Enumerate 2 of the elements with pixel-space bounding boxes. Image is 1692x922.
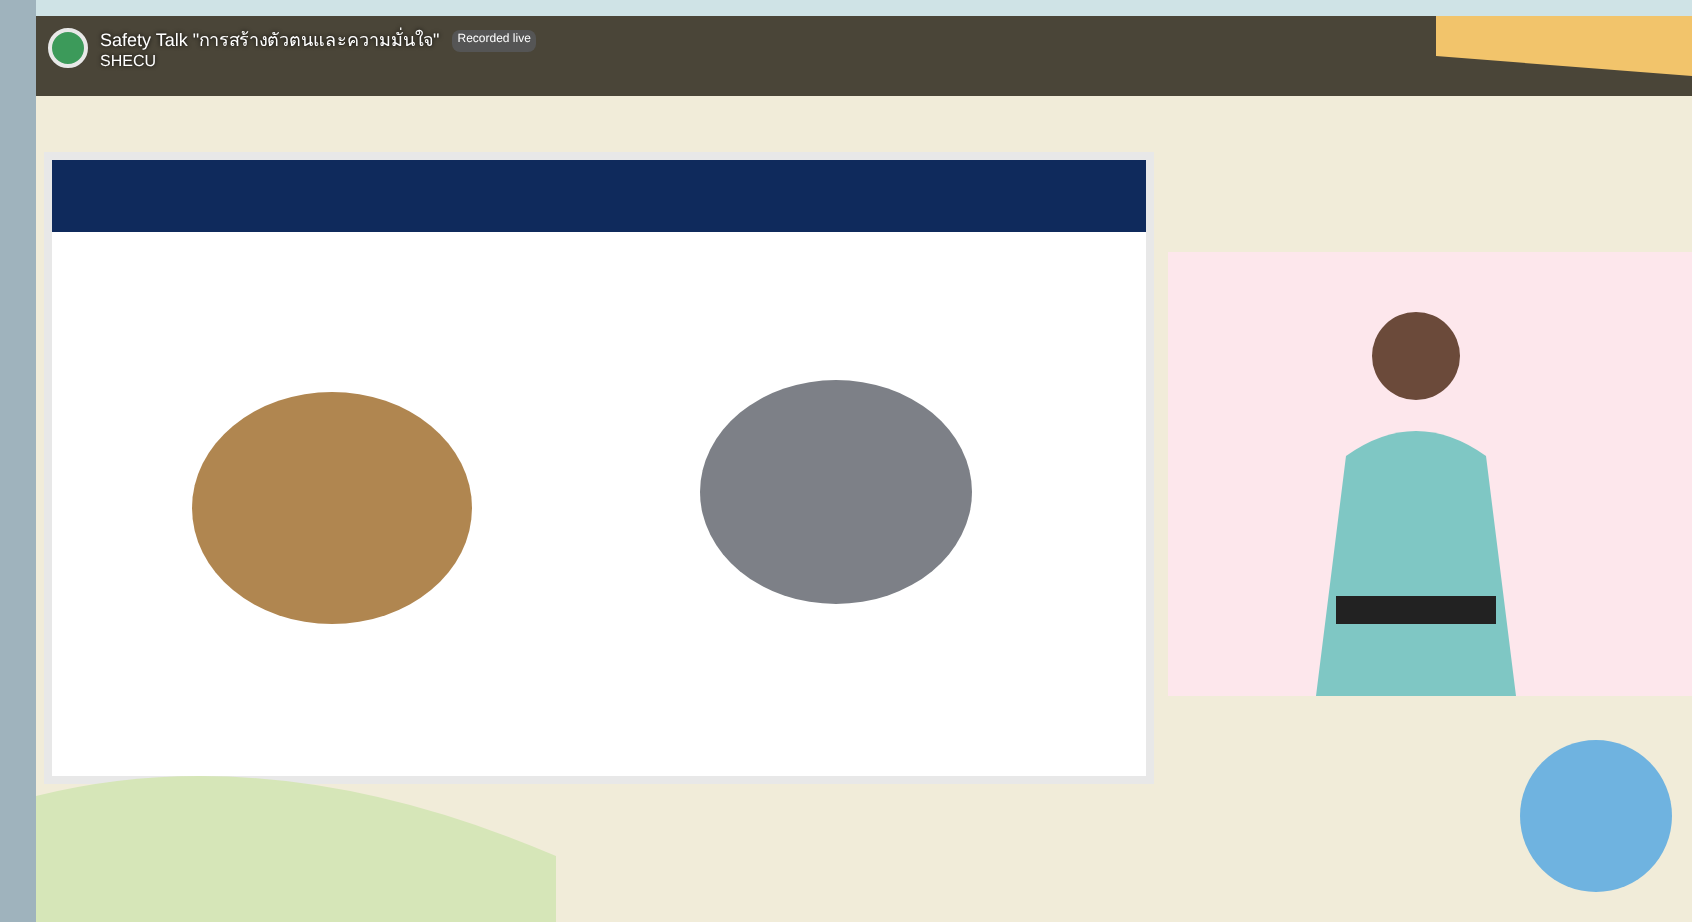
channel-name[interactable]: SHECU: [100, 52, 537, 72]
video-title[interactable]: Safety Talk "การสร้างตัวตนและความมั่นใจ": [100, 28, 440, 52]
